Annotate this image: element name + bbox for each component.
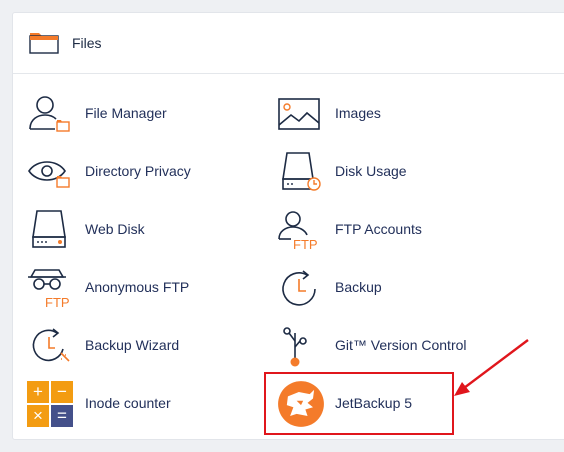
images-icon (278, 98, 320, 130)
folder-icon (29, 33, 59, 54)
directory-privacy-icon (28, 161, 70, 188)
disk-usage-label: Disk Usage (335, 163, 407, 179)
panel-header: Files (13, 13, 564, 74)
anonymous-ftp-icon: FTP (28, 269, 70, 309)
images-link[interactable]: Images (277, 89, 517, 139)
file-manager-icon (29, 96, 70, 132)
inode-counter-link[interactable]: + − × = Inode counter (27, 379, 267, 429)
arrow-icon (454, 339, 529, 396)
directory-privacy-link[interactable]: Directory Privacy (27, 147, 267, 197)
ftp-accounts-text: FTP (293, 237, 318, 251)
inode-counter-icon: + − × = (27, 381, 73, 427)
file-manager-label: File Manager (85, 105, 167, 121)
web-disk-label: Web Disk (85, 221, 145, 237)
anonymous-ftp-link[interactable]: FTP Anonymous FTP (27, 263, 267, 313)
disk-usage-icon (282, 152, 321, 191)
plus-symbol: + (27, 381, 49, 403)
backup-wizard-icon (32, 328, 70, 362)
inode-counter-label: Inode counter (85, 395, 171, 411)
times-symbol: × (27, 405, 49, 427)
equals-symbol: = (51, 405, 73, 427)
backup-link[interactable]: Backup (277, 263, 517, 313)
ftp-accounts-label: FTP Accounts (335, 221, 422, 237)
panel-title: Files (72, 35, 102, 51)
web-disk-icon (32, 210, 66, 248)
disk-usage-link[interactable]: Disk Usage (277, 147, 517, 197)
directory-privacy-label: Directory Privacy (85, 163, 191, 179)
images-label: Images (335, 105, 381, 121)
anonymous-ftp-label: Anonymous FTP (85, 279, 190, 295)
git-icon (283, 327, 307, 367)
ftp-accounts-link[interactable]: FTP FTP Accounts (277, 205, 517, 255)
file-manager-link[interactable]: File Manager (27, 89, 267, 139)
ftp-accounts-icon: FTP (278, 211, 318, 251)
backup-wizard-label: Backup Wizard (85, 337, 180, 353)
highlight-box (264, 372, 454, 435)
ftp-text: FTP (45, 295, 70, 309)
backup-wizard-link[interactable]: Backup Wizard (27, 321, 267, 371)
backup-icon (282, 270, 316, 306)
web-disk-link[interactable]: Web Disk (27, 205, 267, 255)
backup-label: Backup (335, 279, 382, 295)
minus-symbol: − (51, 381, 73, 403)
